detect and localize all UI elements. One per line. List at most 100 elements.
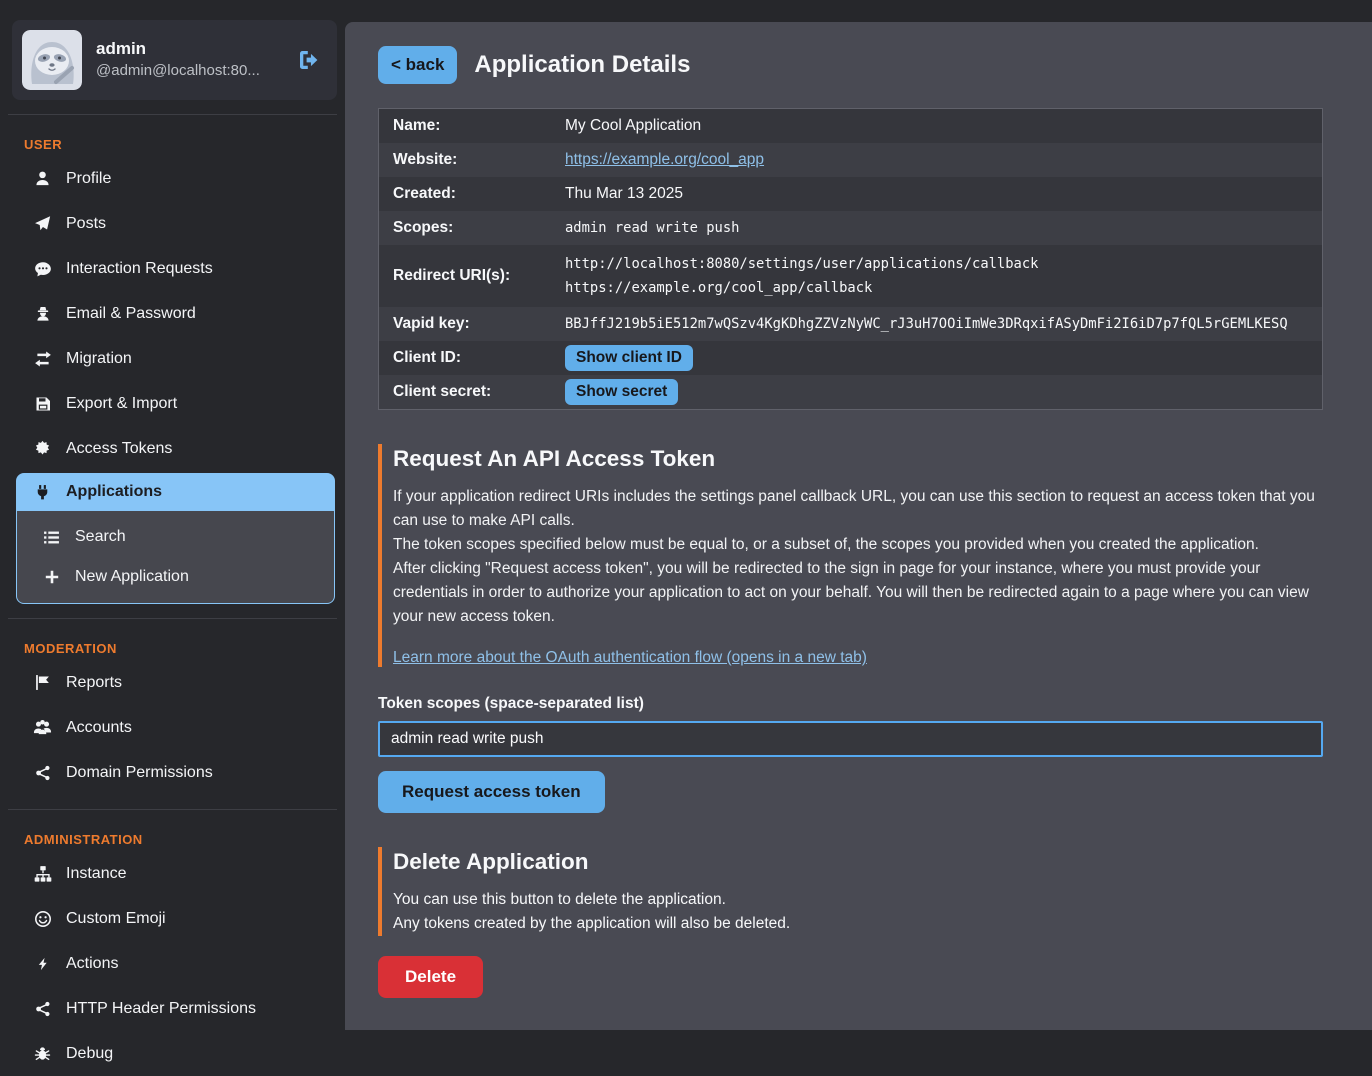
section-heading-administration: ADMINISTRATION [0, 824, 345, 851]
sidebar-item-label: Instance [66, 865, 126, 883]
divider [8, 809, 337, 810]
table-row-scopes: Scopes: admin read write push [379, 211, 1322, 245]
paper-plane-icon [33, 215, 52, 232]
request-token-heading: Request An API Access Token [393, 444, 1323, 472]
page-title: Application Details [474, 51, 690, 79]
sidebar-item-custom-emoji[interactable]: Custom Emoji [0, 896, 345, 941]
sidebar-item-domain-permissions[interactable]: Domain Permissions [0, 750, 345, 795]
content-panel: < back Application Details Name: My Cool… [345, 22, 1372, 1030]
sidebar-item-label: New Application [75, 568, 189, 586]
request-token-intro: Request An API Access Token If your appl… [378, 444, 1323, 667]
exchange-arrows-icon [33, 350, 52, 368]
request-access-token-button[interactable]: Request access token [378, 771, 605, 813]
share-nodes-icon [33, 1001, 52, 1017]
sidebar-item-interaction-requests[interactable]: Interaction Requests [0, 246, 345, 291]
sidebar-item-label: Custom Emoji [66, 910, 166, 928]
sidebar-item-reports[interactable]: Reports [0, 660, 345, 705]
delete-button[interactable]: Delete [378, 956, 483, 998]
sidebar-item-label: HTTP Header Permissions [66, 1000, 256, 1018]
sidebar-item-profile[interactable]: Profile [0, 156, 345, 201]
plus-icon [42, 569, 61, 585]
scopes-value: admin read write push [565, 220, 1308, 236]
sidebar-item-posts[interactable]: Posts [0, 201, 345, 246]
token-paragraph: After clicking "Request access token", y… [393, 557, 1323, 629]
avatar [22, 30, 82, 90]
comment-dots-icon [33, 260, 52, 278]
delete-application-section: Delete Application You can use this butt… [378, 847, 1323, 998]
sidebar-item-label: Actions [66, 955, 118, 973]
token-scopes-label: Token scopes (space-separated list) [378, 695, 1323, 713]
sidebar-item-access-tokens[interactable]: Access Tokens [0, 426, 345, 471]
user-card[interactable]: admin @admin@localhost:80... [12, 20, 337, 100]
sidebar: admin @admin@localhost:80... USER Profil… [0, 0, 345, 1041]
sidebar-item-instance[interactable]: Instance [0, 851, 345, 896]
website-link[interactable]: https://example.org/cool_app [565, 151, 764, 168]
sidebar-item-email-password[interactable]: Email & Password [0, 291, 345, 336]
created-value: Thu Mar 13 2025 [565, 185, 1308, 203]
show-client-id-button[interactable]: Show client ID [565, 345, 693, 371]
table-row-client-secret: Client secret: Show secret [379, 375, 1322, 409]
sidebar-item-label: Accounts [66, 719, 132, 737]
applications-submenu: Search New Application [16, 511, 335, 604]
sidebar-item-label: Search [75, 528, 126, 546]
section-heading-moderation: MODERATION [0, 633, 345, 660]
sidebar-item-new-application[interactable]: New Application [17, 557, 334, 597]
smiley-icon [33, 910, 52, 928]
sidebar-item-applications[interactable]: Applications [16, 473, 335, 511]
delete-line: You can use this button to delete the ap… [393, 888, 1323, 912]
table-row-name: Name: My Cool Application [379, 109, 1322, 143]
delete-application-intro: Delete Application You can use this butt… [378, 847, 1323, 936]
sidebar-item-export-import[interactable]: Export & Import [0, 381, 345, 426]
user-secret-icon [33, 306, 52, 322]
table-row-vapid-key: Vapid key: BBJffJ219b5iE512m7wQSzv4KgKDh… [379, 307, 1322, 341]
sidebar-item-label: Applications [66, 483, 162, 501]
delete-line: Any tokens created by the application wi… [393, 912, 1323, 936]
sidebar-item-label: Interaction Requests [66, 260, 213, 278]
sidebar-item-label: Access Tokens [66, 440, 172, 458]
oauth-docs-link[interactable]: Learn more about the OAuth authenticatio… [393, 649, 867, 667]
user-handle: @admin@localhost:80... [96, 61, 260, 81]
certificate-icon [33, 440, 52, 457]
list-icon [42, 529, 61, 546]
sidebar-item-label: Posts [66, 215, 106, 233]
applications-group: Applications Search New Application [16, 473, 335, 604]
page-header: < back Application Details [378, 46, 1330, 84]
sidebar-item-label: Reports [66, 674, 122, 692]
divider [8, 114, 337, 115]
display-name: admin [96, 38, 260, 61]
token-paragraph: If your application redirect URIs includ… [393, 485, 1323, 533]
app-name-value: My Cool Application [565, 117, 1308, 135]
sidebar-item-applications-search[interactable]: Search [17, 517, 334, 557]
table-row-redirect-uris: Redirect URI(s): http://localhost:8080/s… [379, 245, 1322, 307]
redirect-uris-value: http://localhost:8080/settings/user/appl… [565, 245, 1308, 307]
share-nodes-icon [33, 765, 52, 781]
show-secret-button[interactable]: Show secret [565, 379, 678, 405]
section-heading-user: USER [0, 129, 345, 156]
sidebar-item-label: Export & Import [66, 395, 177, 413]
details-table: Name: My Cool Application Website: https… [378, 108, 1323, 410]
token-scopes-input[interactable] [378, 721, 1323, 757]
sidebar-item-label: Profile [66, 170, 111, 188]
user-icon [33, 170, 52, 187]
sidebar-item-debug[interactable]: Debug [0, 1031, 345, 1076]
bug-icon [33, 1045, 52, 1062]
users-icon [33, 718, 52, 737]
delete-application-heading: Delete Application [393, 847, 1323, 875]
table-row-created: Created: Thu Mar 13 2025 [379, 177, 1322, 211]
sitemap-icon [33, 865, 52, 883]
flag-icon [33, 674, 52, 691]
sidebar-item-label: Email & Password [66, 305, 196, 323]
table-row-website: Website: https://example.org/cool_app [379, 143, 1322, 177]
sidebar-item-http-header-permissions[interactable]: HTTP Header Permissions [0, 986, 345, 1031]
floppy-disk-icon [33, 396, 52, 412]
sign-out-icon[interactable] [297, 48, 327, 72]
sidebar-item-label: Domain Permissions [66, 764, 213, 782]
request-token-section: Request An API Access Token If your appl… [378, 444, 1323, 813]
sidebar-item-actions[interactable]: Actions [0, 941, 345, 986]
sidebar-item-accounts[interactable]: Accounts [0, 705, 345, 750]
token-paragraph: The token scopes specified below must be… [393, 533, 1323, 557]
table-row-client-id: Client ID: Show client ID [379, 341, 1322, 375]
back-button[interactable]: < back [378, 46, 457, 84]
sidebar-item-label: Migration [66, 350, 132, 368]
sidebar-item-migration[interactable]: Migration [0, 336, 345, 381]
